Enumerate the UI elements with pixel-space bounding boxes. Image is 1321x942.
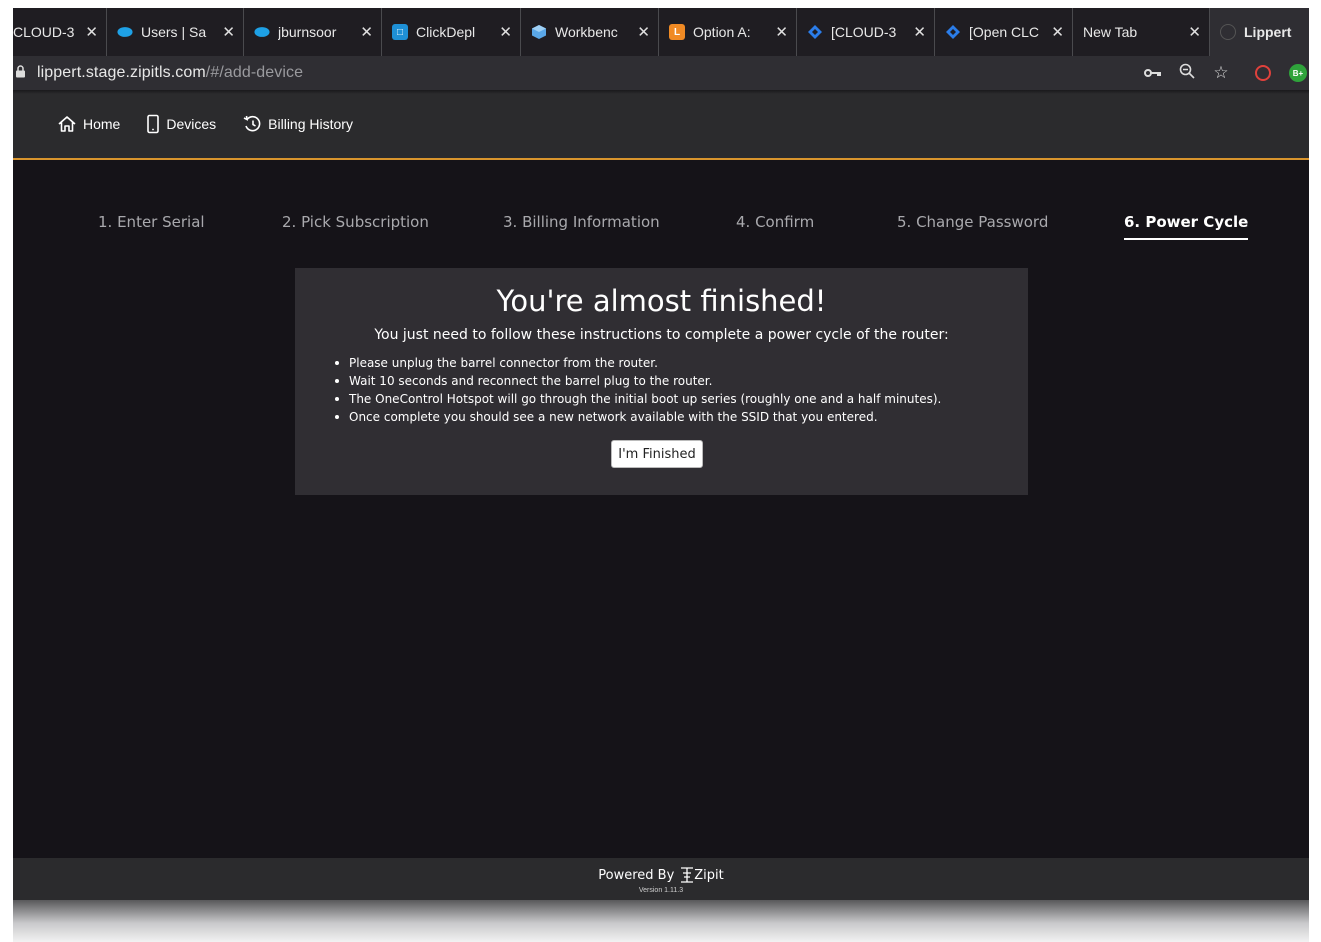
jira-diamond-icon <box>807 24 823 40</box>
browser-window: CLOUD-3 ✕ Users | Sa ✕ jburnsoor ✕ □ Cli… <box>13 8 1309 942</box>
close-tab-icon[interactable]: ✕ <box>637 23 650 41</box>
step-change-password[interactable]: 5. Change Password <box>897 213 1048 231</box>
app-header: Home Devices Billing History <box>13 90 1309 160</box>
version-text: Version 1.11.3 <box>638 887 684 894</box>
progress-stepper: 1. Enter Serial 2. Pick Subscription 3. … <box>13 213 1309 253</box>
tab-option-a[interactable]: L Option A: ✕ <box>659 8 797 56</box>
card-title: You're almost finished! <box>496 284 827 318</box>
instruction-item: Wait 10 seconds and reconnect the barrel… <box>333 372 941 390</box>
tab-title: Option A: <box>693 24 751 40</box>
instruction-item: The OneControl Hotspot will go through t… <box>333 390 941 408</box>
tab-users[interactable]: Users | Sa ✕ <box>107 8 244 56</box>
tab-cloud-3[interactable]: CLOUD-3 ✕ <box>13 8 107 56</box>
globe-icon <box>1220 24 1236 40</box>
close-tab-icon[interactable]: ✕ <box>1188 23 1201 41</box>
tab-workbench[interactable]: Workbenc ✕ <box>521 8 659 56</box>
powered-by: Powered By Zipit <box>13 866 1309 884</box>
lock-icon[interactable] <box>15 65 27 81</box>
zipit-logo[interactable]: Zipit <box>680 866 724 884</box>
im-finished-button[interactable]: I'm Finished <box>611 440 703 468</box>
close-tab-icon[interactable]: ✕ <box>85 23 98 41</box>
nav-devices-label: Devices <box>166 116 217 132</box>
tab-title: Lippert <box>1244 24 1292 40</box>
tab-title: jburnsoor <box>278 24 337 40</box>
tab-new-tab[interactable]: New Tab ✕ <box>1073 8 1210 56</box>
step-power-cycle[interactable]: 6. Power Cycle <box>1124 213 1249 240</box>
tab-title: [CLOUD-3 <box>831 24 897 40</box>
nav-devices[interactable]: Devices <box>146 114 216 134</box>
tab-title: Users | Sa <box>141 24 207 40</box>
tab-open-cloud[interactable]: [Open CLC ✕ <box>935 8 1073 56</box>
close-tab-icon[interactable]: ✕ <box>1051 23 1064 41</box>
nav-home[interactable]: Home <box>57 115 120 133</box>
close-tab-icon[interactable]: ✕ <box>913 23 926 41</box>
nav-home-label: Home <box>83 116 121 132</box>
step-pick-subscription[interactable]: 2. Pick Subscription <box>282 213 429 231</box>
zipit-brand-text: Zipit <box>694 867 724 883</box>
jira-diamond-icon <box>945 24 961 40</box>
tab-title: CLOUD-3 <box>13 24 75 40</box>
address-bar-actions: ☆ B+ <box>1143 56 1309 90</box>
tab-title: [Open CLC <box>969 24 1040 40</box>
tab-strip: CLOUD-3 ✕ Users | Sa ✕ jburnsoor ✕ □ Cli… <box>13 8 1309 56</box>
powered-by-text: Powered By <box>598 867 675 883</box>
window-bottom-shade <box>13 900 1309 942</box>
header-shade <box>13 90 1309 94</box>
zipit-mark-icon <box>681 867 694 883</box>
tab-title: ClickDepl <box>416 24 476 40</box>
power-cycle-card: You're almost finished! You just need to… <box>295 268 1028 495</box>
tab-cloud-3-jira[interactable]: [CLOUD-3 ✕ <box>797 8 935 56</box>
phone-icon <box>147 114 160 134</box>
url-path: /#/add-device <box>205 64 304 81</box>
workbench-cube-icon <box>531 24 547 40</box>
tab-title: New Tab <box>1083 24 1138 40</box>
card-subtitle: You just need to follow these instructio… <box>374 327 949 343</box>
extension-stop-icon[interactable] <box>1255 65 1271 81</box>
tab-clickdeploy[interactable]: □ ClickDepl ✕ <box>382 8 521 56</box>
bookmark-star-icon[interactable]: ☆ <box>1211 63 1231 83</box>
step-billing-information[interactable]: 3. Billing Information <box>503 213 660 231</box>
salesforce-cloud-icon <box>117 24 133 40</box>
close-tab-icon[interactable]: ✕ <box>499 23 512 41</box>
extension-badge-icon[interactable]: B+ <box>1289 64 1307 82</box>
url-text[interactable]: lippert.stage.zipitls.com/#/add-device <box>37 64 303 82</box>
zoom-icon[interactable] <box>1177 63 1197 84</box>
nav-billing-history[interactable]: Billing History <box>242 115 353 133</box>
clickdeploy-icon: □ <box>392 24 408 40</box>
step-confirm[interactable]: 4. Confirm <box>736 213 814 231</box>
option-a-icon: L <box>669 24 685 40</box>
url-host: lippert.stage.zipitls.com <box>37 64 206 81</box>
history-icon <box>243 115 261 132</box>
instruction-item: Once complete you should see a new netwo… <box>333 408 941 426</box>
tab-jburnsoor[interactable]: jburnsoor ✕ <box>244 8 382 56</box>
key-icon[interactable] <box>1143 63 1163 83</box>
instruction-item: Please unplug the barrel connector from … <box>333 354 941 372</box>
close-tab-icon[interactable]: ✕ <box>775 23 788 41</box>
close-tab-icon[interactable]: ✕ <box>222 23 235 41</box>
tab-title: Workbenc <box>555 24 618 40</box>
tab-lippert[interactable]: Lippert <box>1210 8 1309 56</box>
nav-billing-label: Billing History <box>268 116 353 132</box>
main-nav: Home Devices Billing History <box>57 114 379 134</box>
step-enter-serial[interactable]: 1. Enter Serial <box>98 213 205 231</box>
address-bar[interactable]: lippert.stage.zipitls.com/#/add-device ☆… <box>13 56 1309 90</box>
home-icon <box>58 116 76 132</box>
close-tab-icon[interactable]: ✕ <box>360 23 373 41</box>
salesforce-cloud-icon <box>254 24 270 40</box>
instruction-list: Please unplug the barrel connector from … <box>333 354 941 426</box>
footer: Powered By Zipit Version 1.11.3 <box>13 858 1309 900</box>
